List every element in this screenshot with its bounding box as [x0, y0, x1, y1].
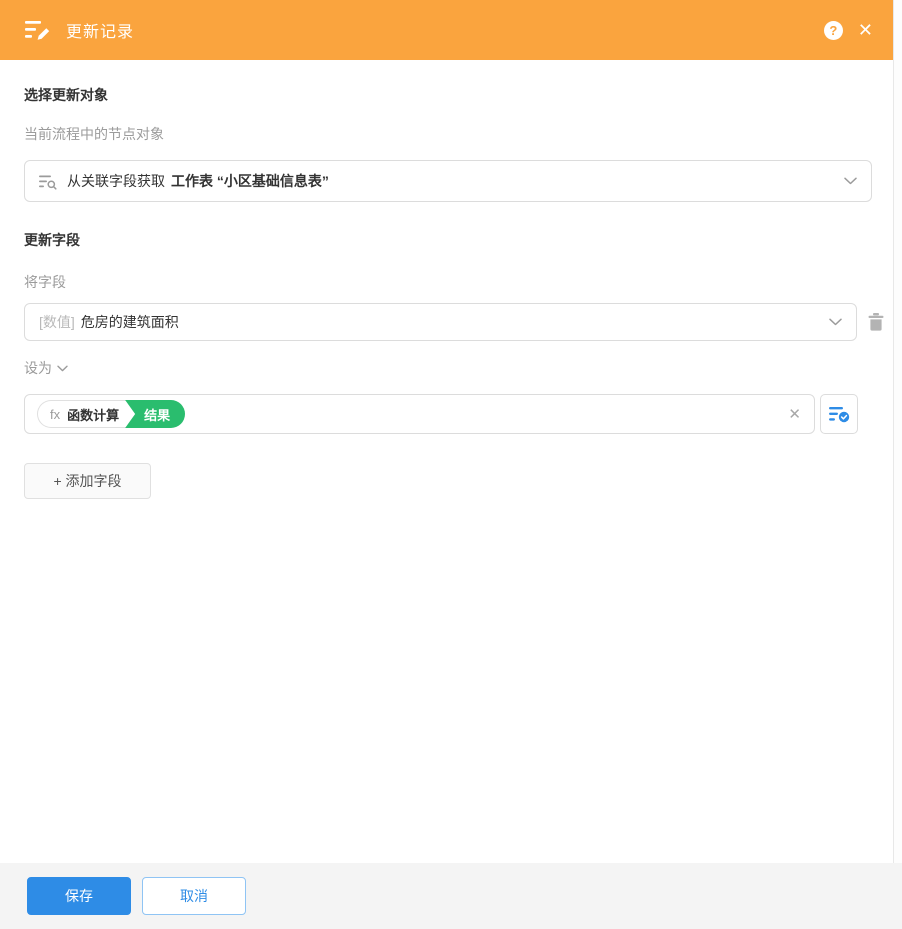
formula-chip-name: 函数计算 [67, 407, 120, 423]
list-check-icon [828, 406, 850, 423]
chevron-down-icon [844, 177, 857, 185]
formula-chip[interactable]: fx 函数计算 结果 [37, 400, 186, 428]
chevron-down-icon [57, 365, 68, 372]
filter-search-icon [39, 173, 57, 190]
dialog-title: 更新记录 [66, 24, 135, 41]
edit-list-icon [25, 19, 52, 42]
set-to-dropdown[interactable]: 设为 [24, 358, 84, 378]
formula-chip-body: fx 函数计算 [37, 400, 136, 428]
node-object-label: 当前流程中的节点对象 [24, 126, 164, 142]
node-select-prefix: 从关联字段获取 [67, 173, 165, 189]
add-field-button[interactable]: + 添加字段 [24, 463, 151, 499]
cancel-button[interactable]: 取消 [142, 877, 246, 915]
field-select-value: 危房的建筑面积 [80, 314, 179, 330]
field-label: 将字段 [24, 274, 66, 290]
fx-icon: fx [50, 406, 61, 422]
dialog-body: 选择更新对象 当前流程中的节点对象 从关联字段获取 工作表 “小区基础信息表” [0, 85, 893, 499]
dialog-footer: 保存 取消 [0, 863, 902, 929]
set-to-label: 设为 [24, 360, 52, 376]
node-object-select[interactable]: 从关联字段获取 工作表 “小区基础信息表” [24, 160, 872, 202]
field-row: [数值] 危房的建筑面积 [24, 303, 893, 341]
value-row: fx 函数计算 结果 ✕ [24, 394, 893, 434]
field-select[interactable]: [数值] 危房的建筑面积 [24, 303, 857, 341]
field-type-tag: [数值] [39, 314, 75, 330]
formula-value-input[interactable]: fx 函数计算 结果 ✕ [24, 394, 815, 434]
node-select-value: 工作表 “小区基础信息表” [171, 173, 329, 189]
update-record-dialog: 更新记录 ? ✕ 选择更新对象 当前流程中的节点对象 从关联字段获取 工作表 “… [0, 0, 902, 929]
save-button[interactable]: 保存 [27, 877, 131, 915]
update-fields-heading: 更新字段 [24, 232, 80, 248]
vertical-scrollbar[interactable] [893, 0, 902, 863]
dialog-titlebar: 更新记录 ? ✕ [0, 0, 893, 60]
select-target-heading: 选择更新对象 [24, 87, 108, 103]
chevron-down-icon [829, 318, 842, 326]
help-icon[interactable]: ? [823, 20, 843, 40]
close-icon[interactable]: ✕ [858, 21, 873, 39]
select-field-value-button[interactable] [820, 394, 858, 434]
clear-value-icon[interactable]: ✕ [788, 395, 801, 433]
delete-field-button[interactable] [868, 313, 884, 331]
